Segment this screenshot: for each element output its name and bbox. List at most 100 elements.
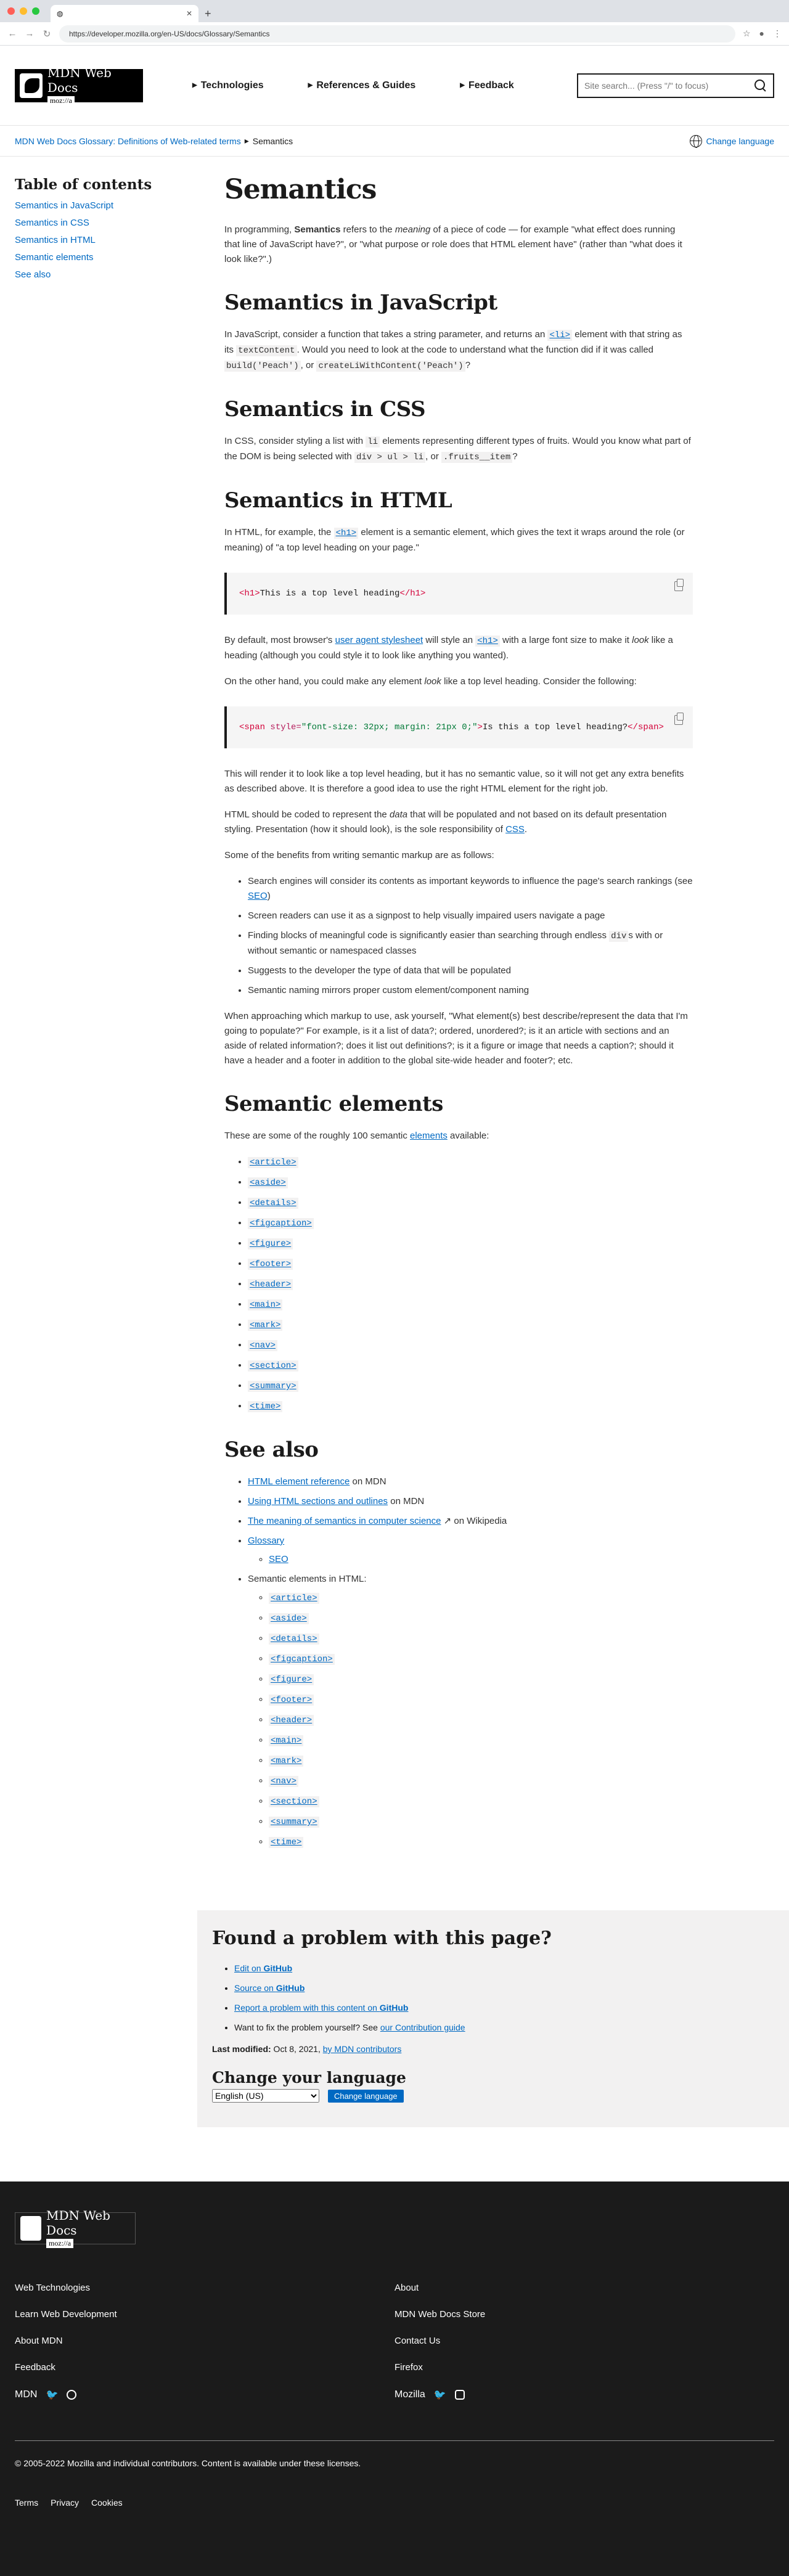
footer-about[interactable]: About bbox=[394, 2283, 774, 2293]
li-element-link[interactable]: <li> bbox=[547, 329, 573, 341]
toc-item-semantic-elements[interactable]: Semantic elements bbox=[15, 252, 194, 263]
contributors-link[interactable]: by MDN contributors bbox=[323, 2044, 402, 2054]
breadcrumb-parent[interactable]: MDN Web Docs Glossary: Definitions of We… bbox=[15, 136, 241, 146]
element-link-article[interactable]: <article> bbox=[248, 1156, 298, 1168]
h1-element-link-2[interactable]: <h1> bbox=[475, 635, 500, 647]
seo-link[interactable]: SEO bbox=[248, 891, 268, 901]
glossary-link[interactable]: Glossary bbox=[248, 1535, 284, 1546]
element-link-figure[interactable]: <figure> bbox=[248, 1238, 293, 1249]
footer-feedback[interactable]: Feedback bbox=[15, 2362, 394, 2373]
favicon-icon: ◍ bbox=[57, 9, 63, 18]
legal-links: Terms Privacy Cookies bbox=[15, 2498, 774, 2508]
change-language-button[interactable]: Change language bbox=[328, 2089, 404, 2103]
see-element-summary[interactable]: <summary> bbox=[269, 1816, 319, 1828]
menu-dots-icon[interactable]: ⋮ bbox=[773, 28, 782, 39]
contribution-guide-link[interactable]: our Contribution guide bbox=[380, 2022, 465, 2032]
see-element-aside[interactable]: <aside> bbox=[269, 1613, 309, 1624]
minimize-window-button[interactable] bbox=[20, 7, 27, 15]
element-link-mark[interactable]: <mark> bbox=[248, 1319, 283, 1331]
nav-references-guides[interactable]: References & Guides bbox=[286, 80, 438, 91]
html-paragraph-2: By default, most browser's user agent st… bbox=[224, 635, 673, 661]
toc-item-css[interactable]: Semantics in CSS bbox=[15, 218, 194, 228]
see-element-nav[interactable]: <nav> bbox=[269, 1775, 299, 1787]
see-element-article[interactable]: <article> bbox=[269, 1592, 319, 1604]
footer-firefox[interactable]: Firefox bbox=[394, 2362, 774, 2373]
search-input[interactable]: Site search... (Press "/" to focus) bbox=[577, 73, 774, 98]
see-element-time[interactable]: <time> bbox=[269, 1836, 304, 1848]
main-article: Semantics In programming, Semantics refe… bbox=[224, 157, 693, 1910]
report-problem-link[interactable]: Report a problem with this content on Gi… bbox=[234, 2003, 408, 2013]
see-element-mark[interactable]: <mark> bbox=[269, 1755, 304, 1767]
code-example-span: <span style="font-size: 32px; margin: 21… bbox=[224, 706, 693, 748]
new-tab-button[interactable]: + bbox=[205, 5, 211, 22]
css-link[interactable]: CSS bbox=[505, 824, 525, 835]
source-on-github-link[interactable]: Source on GitHub bbox=[234, 1983, 305, 1993]
footer-about-mdn[interactable]: About MDN bbox=[15, 2336, 394, 2346]
language-select[interactable]: English (US) bbox=[212, 2089, 319, 2103]
footer-learn-web-dev[interactable]: Learn Web Development bbox=[15, 2309, 394, 2320]
cookies-link[interactable]: Cookies bbox=[91, 2498, 123, 2508]
see-element-figcaption[interactable]: <figcaption> bbox=[269, 1653, 335, 1665]
elements-link[interactable]: elements bbox=[410, 1131, 448, 1141]
footer-web-technologies[interactable]: Web Technologies bbox=[15, 2283, 394, 2293]
twitter-icon[interactable]: 🐦 bbox=[434, 2389, 446, 2401]
semantic-elements-intro: These are some of the roughly 100 semant… bbox=[224, 1131, 489, 1141]
maximize-window-button[interactable] bbox=[32, 7, 39, 15]
semantic-elements-list: <article> <aside> <details> <figcaption>… bbox=[248, 1155, 693, 1414]
change-language-link[interactable]: Change language bbox=[690, 134, 774, 148]
element-link-header[interactable]: <header> bbox=[248, 1278, 293, 1290]
element-link-aside[interactable]: <aside> bbox=[248, 1177, 288, 1188]
copy-icon[interactable] bbox=[674, 713, 684, 725]
footer-store[interactable]: MDN Web Docs Store bbox=[394, 2309, 774, 2320]
terms-link[interactable]: Terms bbox=[15, 2498, 38, 2508]
user-agent-stylesheet-link[interactable]: user agent stylesheet bbox=[335, 635, 423, 645]
address-bar[interactable]: https://developer.mozilla.org/en-US/docs… bbox=[59, 25, 735, 43]
see-element-details[interactable]: <details> bbox=[269, 1633, 319, 1645]
footer-contact[interactable]: Contact Us bbox=[394, 2336, 774, 2346]
toc-title: Table of contents bbox=[15, 176, 152, 193]
element-link-nav[interactable]: <nav> bbox=[248, 1339, 278, 1351]
element-link-section[interactable]: <section> bbox=[248, 1360, 298, 1372]
glossary-seo-link[interactable]: SEO bbox=[269, 1554, 288, 1564]
element-link-main[interactable]: <main> bbox=[248, 1299, 283, 1310]
element-link-figcaption[interactable]: <figcaption> bbox=[248, 1217, 314, 1229]
copy-icon[interactable] bbox=[674, 579, 684, 591]
mdn-logo[interactable]: MDN Web Docs moz://a bbox=[15, 65, 143, 105]
element-link-summary[interactable]: <summary> bbox=[248, 1380, 298, 1392]
see-element-main[interactable]: <main> bbox=[269, 1735, 304, 1746]
nav-technologies[interactable]: Technologies bbox=[170, 80, 286, 91]
see-element-footer[interactable]: <footer> bbox=[269, 1694, 314, 1706]
see-element-section[interactable]: <section> bbox=[269, 1796, 319, 1807]
search-icon[interactable] bbox=[754, 79, 767, 92]
semantics-wikipedia-link[interactable]: The meaning of semantics in computer sci… bbox=[248, 1516, 441, 1526]
h1-element-link[interactable]: <h1> bbox=[333, 527, 359, 539]
element-link-footer[interactable]: <footer> bbox=[248, 1258, 293, 1270]
html-element-reference-link[interactable]: HTML element reference bbox=[248, 1476, 350, 1487]
toc-item-html[interactable]: Semantics in HTML bbox=[15, 235, 194, 245]
twitter-icon[interactable]: 🐦 bbox=[46, 2389, 58, 2401]
forward-icon[interactable]: → bbox=[25, 28, 35, 39]
edit-on-github-link[interactable]: Edit on GitHub bbox=[234, 1963, 292, 1973]
toc-item-see-also[interactable]: See also bbox=[15, 269, 194, 280]
close-tab-icon[interactable]: ✕ bbox=[186, 9, 192, 18]
toc-item-javascript[interactable]: Semantics in JavaScript bbox=[15, 200, 194, 211]
instagram-icon[interactable] bbox=[454, 2390, 465, 2400]
browser-tab[interactable]: ◍ ✕ bbox=[51, 5, 198, 22]
back-icon[interactable]: ← bbox=[7, 28, 17, 39]
see-element-header[interactable]: <header> bbox=[269, 1714, 314, 1726]
html-sections-link[interactable]: Using HTML sections and outlines bbox=[248, 1496, 388, 1507]
privacy-link[interactable]: Privacy bbox=[51, 2498, 79, 2508]
bookmark-star-icon[interactable]: ☆ bbox=[743, 28, 751, 39]
see-element-figure[interactable]: <figure> bbox=[269, 1674, 314, 1685]
profile-icon[interactable]: ● bbox=[759, 28, 764, 39]
footer-logo[interactable]: MDN Web Docs moz://a bbox=[15, 2208, 136, 2248]
element-link-time[interactable]: <time> bbox=[248, 1400, 283, 1412]
element-link-details[interactable]: <details> bbox=[248, 1197, 298, 1209]
list-item: Semantic naming mirrors proper custom el… bbox=[248, 983, 693, 998]
nav-feedback[interactable]: Feedback bbox=[438, 80, 536, 91]
breadcrumb-current: Semantics bbox=[252, 136, 293, 146]
close-window-button[interactable] bbox=[7, 7, 15, 15]
reload-icon[interactable]: ↻ bbox=[42, 28, 52, 39]
main-nav: Technologies References & Guides Feedbac… bbox=[170, 80, 536, 91]
github-icon[interactable] bbox=[67, 2390, 77, 2400]
